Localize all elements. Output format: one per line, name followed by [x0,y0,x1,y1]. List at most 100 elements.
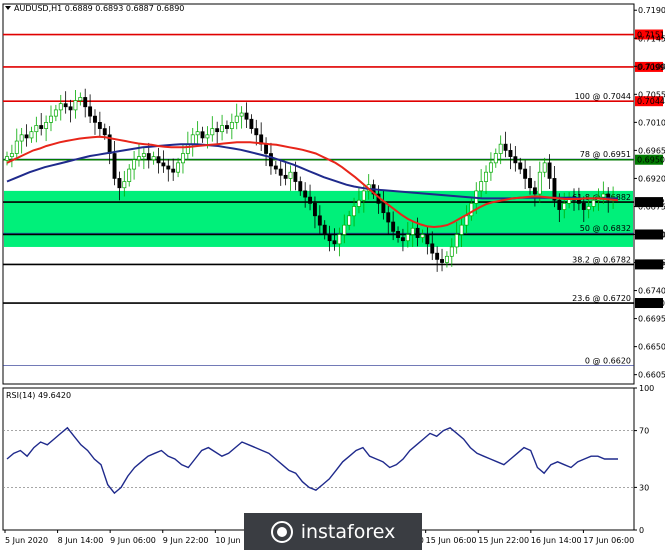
time-tick-label: 8 Jun 14:00 [58,536,104,545]
candle-body [44,122,49,129]
candle-body [312,202,317,217]
rsi-tick-label: 70 [639,427,649,436]
time-tick-label: 9 Jun 06:00 [110,536,156,545]
candle-body [273,165,278,170]
price-tick-label: 0.6605 [638,371,665,380]
rsi-tick-label: 30 [639,483,649,492]
candle-body [200,131,205,139]
price-tick-label: 0.6650 [638,343,665,352]
candle-body [190,134,195,145]
candle-body [53,109,58,117]
candle-body [400,237,405,242]
candle-body [508,150,513,157]
candle-body [405,234,410,242]
candle-body [444,255,449,263]
rsi-tick-label: 100 [639,384,654,393]
candle-body [562,202,567,210]
candle-body [459,224,464,235]
candle-body [49,115,53,123]
candle-body [34,125,39,133]
candle-body [24,134,29,139]
watermark-text: instaforex [300,520,396,543]
candle-body [342,224,347,235]
candle-body [97,122,102,129]
candle-body [9,153,14,157]
fib-level-label: 38.2 @ 0.6782 [572,255,631,264]
candle-body [83,97,88,108]
candle-body [591,199,596,207]
candle-body [347,215,352,226]
price-tick-label: 0.6920 [638,174,665,183]
candle-body [151,156,156,161]
candle-body [391,221,396,232]
candle-body [361,190,366,201]
price-tick-label: 0.6875 [638,202,665,211]
candle-body [181,153,185,164]
candle-body [503,143,508,151]
price-tick-label: 0.6695 [638,315,665,324]
candle-body [298,181,303,192]
candle-body [469,202,474,217]
candle-body [161,162,166,167]
candle-body [73,100,78,111]
candle-body [63,103,68,108]
candle-body [239,112,244,117]
candle-body [93,115,97,123]
candle-body [283,174,288,179]
candle-body [356,199,361,207]
candle-body [454,234,459,248]
candle-body [415,227,420,238]
candle-body [132,159,137,170]
candle-body [58,103,63,111]
candle-body [29,131,34,139]
candle-body [498,143,503,154]
fib-level-label: 23.6 @ 0.6720 [572,294,631,303]
candle-body [249,118,254,129]
candle-body [102,128,107,136]
candle-body [14,140,19,154]
chart-header-text: AUDUSD,H1 0.6889 0.6893 0.6887 0.6890 [14,4,184,13]
candle-body [156,156,161,164]
candle-body [410,227,415,235]
candle-body [322,224,327,235]
fib-level-label: 0 @ 0.6620 [585,356,631,365]
candle-body [386,212,391,223]
candle-body [210,128,215,136]
candle-body [176,162,181,173]
candle-body [293,171,298,182]
instaforex-logo-icon [270,520,293,543]
candle-body [122,181,127,189]
candle-body [5,156,9,161]
price-tick-label: 0.6965 [638,146,665,155]
candle-body [547,162,552,179]
candle-body [229,122,234,129]
candle-body [288,171,293,179]
candle-body [581,202,586,210]
candle-body [88,106,93,117]
rsi-panel-frame [2,387,635,531]
candle-body [493,153,498,164]
candle-body [484,171,488,182]
rsi-tick-label: 0 [639,526,644,535]
candle-body [327,234,332,242]
price-tick-label: 0.7100 [638,62,665,71]
candle-body [537,171,542,195]
candle-body [449,246,454,257]
candle-body [205,134,210,139]
candle-body [244,112,249,120]
candle-body [317,215,322,226]
candle-body [332,240,337,245]
candle-body [528,178,532,189]
candle-body [234,115,239,123]
time-tick-label: 5 Jun 2020 [5,536,48,545]
chart-canvas: 100 @ 0.7044 78 @ 0.6951 61.8 @ 0.6882 50 @… [0,0,665,550]
candle-body [137,156,141,161]
fib-level-label: 100 @ 0.7044 [575,92,631,101]
candle-body [601,193,606,198]
candle-body [420,234,425,238]
rsi-label: RSI(14) 49.6420 [6,391,71,400]
candle-body [523,168,528,179]
price-tick-label: 0.6785 [638,259,665,268]
price-tick-label: 0.7055 [638,90,665,99]
candle-body [337,234,342,245]
